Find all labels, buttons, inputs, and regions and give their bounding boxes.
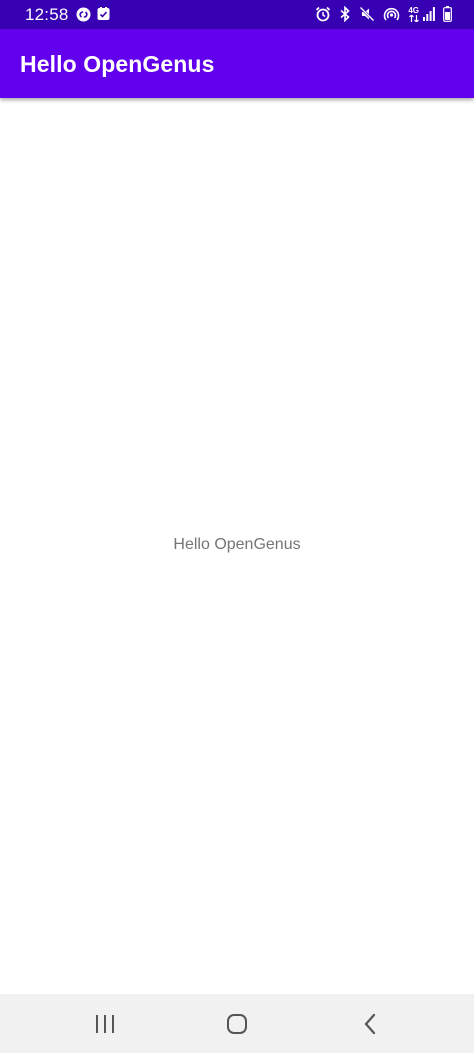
recents-icon xyxy=(95,1015,115,1033)
bluetooth-icon xyxy=(339,6,351,22)
hotspot-icon xyxy=(383,6,400,22)
home-button[interactable] xyxy=(222,1009,252,1039)
alarm-icon xyxy=(315,6,331,22)
back-icon xyxy=(363,1013,377,1035)
network-type-label: 4G xyxy=(408,5,419,15)
recents-button[interactable] xyxy=(90,1009,120,1039)
checkbox-icon xyxy=(97,7,110,22)
shazam-icon xyxy=(76,7,91,22)
status-bar: 12:58 4G xyxy=(0,0,474,29)
screen: 12:58 4G Hello OpenGenus Hello OpenGenus xyxy=(0,0,474,1053)
status-right-icons: 4G xyxy=(315,6,452,22)
hello-text: Hello OpenGenus xyxy=(173,536,301,553)
home-icon xyxy=(226,1013,248,1035)
status-left-icons xyxy=(76,7,110,22)
signal-icon xyxy=(423,7,435,21)
navigation-bar xyxy=(0,994,474,1053)
app-title: Hello OpenGenus xyxy=(20,51,215,77)
app-bar: Hello OpenGenus xyxy=(0,29,474,98)
back-button[interactable] xyxy=(355,1009,385,1039)
battery-icon xyxy=(443,6,452,22)
network-4g-icon: 4G xyxy=(408,5,419,22)
mute-icon xyxy=(359,6,375,22)
status-time: 12:58 xyxy=(25,5,69,24)
